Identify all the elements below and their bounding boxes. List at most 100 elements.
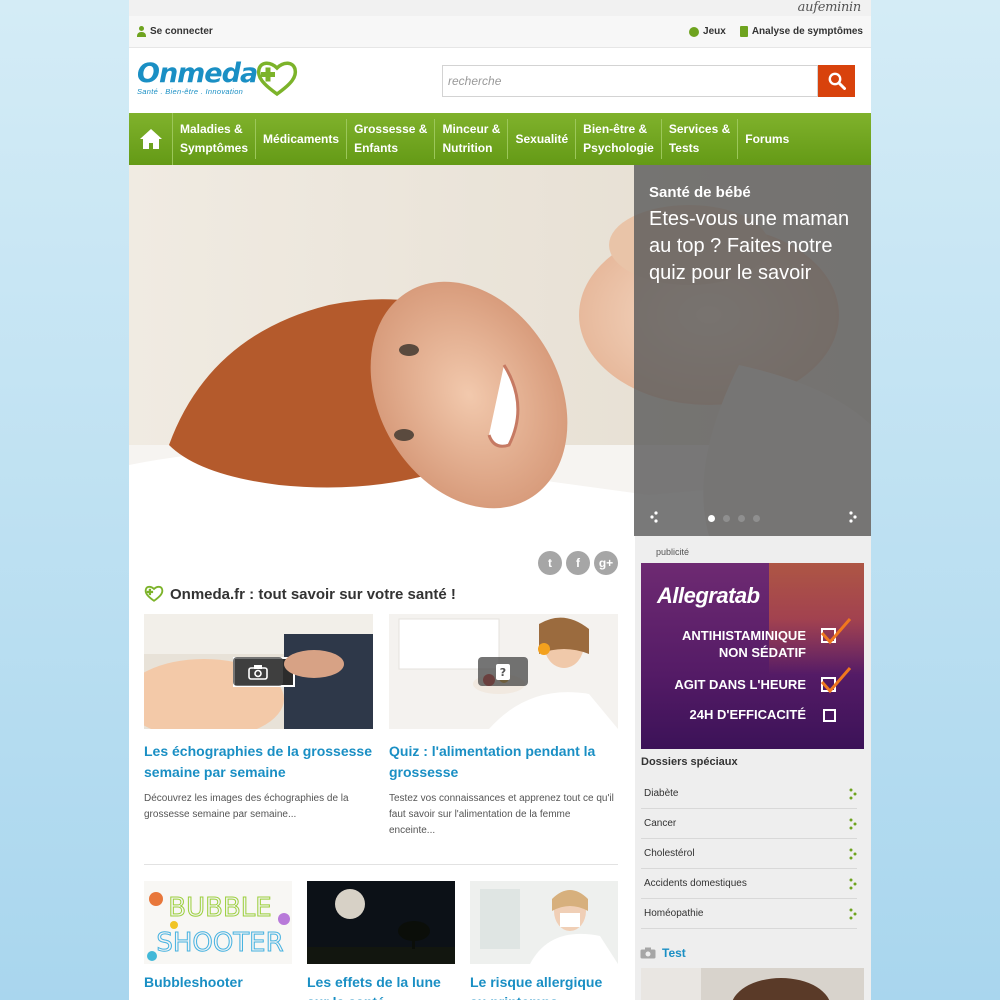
ad-line-text: ANTIHISTAMINIQUE — [682, 628, 806, 643]
nav-label-line1: Grossesse & — [354, 122, 428, 136]
article-title[interactable]: Les échographies de la grossesse semaine… — [144, 741, 373, 783]
header: Onmeda Santé . Bien-être . Innovation — [129, 48, 871, 113]
feature-card[interactable]: Les effets de la lune sur la santé — [307, 881, 455, 1000]
feature-title[interactable]: Le risque allergique au printemps — [470, 972, 618, 1000]
slide-dot[interactable] — [738, 515, 745, 522]
nav-item-grossesse[interactable]: Grossesse & Enfants — [347, 119, 436, 159]
site-logo[interactable]: Onmeda Santé . Bien-être . Innovation — [137, 58, 298, 97]
partner-strip: aufeminin — [129, 0, 871, 16]
symptom-check-icon — [739, 26, 748, 37]
page: aufeminin Se connecter Jeux Analyse de s… — [129, 0, 871, 1000]
test-link[interactable]: Test — [640, 946, 686, 960]
symptoms-label: Analyse de symptômes — [751, 26, 863, 37]
logo-tagline: Santé . Bien-être . Innovation — [137, 87, 244, 96]
nav-item-maladies[interactable]: Maladies & Symptômes — [173, 119, 257, 159]
feature-image — [307, 881, 455, 964]
section-title: Onmeda.fr : tout savoir sur votre santé … — [144, 585, 456, 603]
social-share: t f g+ — [538, 551, 618, 575]
nav-item-forums[interactable]: Forums — [738, 119, 796, 159]
dossiers-title: Dossiers spéciaux — [641, 756, 738, 768]
ad-line-text: NON SÉDATIF — [718, 645, 806, 660]
nav-label-line1: Services & — [668, 122, 731, 136]
dossier-label: Homéopathie — [644, 908, 704, 919]
dossier-item[interactable]: Cholestérol — [641, 839, 857, 869]
main-nav: Maladies & Symptômes Médicaments Grossess… — [129, 113, 871, 165]
hero-title: Etes-vous une maman au top ? Faites notr… — [649, 208, 850, 284]
camera-icon — [640, 947, 656, 959]
dossier-item[interactable]: Accidents domestiques — [641, 869, 857, 899]
twitter-icon[interactable]: t — [538, 551, 562, 575]
login-link[interactable]: Se connecter — [137, 26, 213, 37]
advertisement[interactable]: Allegratab ANTIHISTAMINIQUE NON SÉDATIF … — [641, 563, 864, 749]
bubble-text: BUBBLE — [168, 893, 271, 923]
dossier-label: Cancer — [644, 818, 677, 829]
sidebar: publicité Allegratab ANTIHISTAMINIQUE NO… — [635, 536, 871, 1000]
ad-line: ANTIHISTAMINIQUE NON SÉDATIF — [661, 627, 806, 661]
hero-caption[interactable]: Santé de bébé Etes-vous une maman au top… — [634, 165, 871, 536]
partner-logo[interactable]: aufeminin — [798, 0, 862, 16]
login-label: Se connecter — [150, 26, 213, 37]
checkbox-icon — [823, 709, 836, 722]
slide-dot[interactable] — [723, 515, 730, 522]
prev-arrow-icon[interactable] — [649, 511, 659, 523]
dossier-item[interactable]: Cancer — [641, 809, 857, 839]
games-link[interactable]: Jeux — [689, 26, 726, 37]
nav-item-sexualite[interactable]: Sexualité — [508, 119, 577, 159]
slide-dot[interactable] — [753, 515, 760, 522]
ad-brand: Allegratab — [657, 583, 760, 608]
search-input[interactable] — [442, 65, 818, 97]
logo-name: Onmeda — [137, 58, 258, 89]
quiz-icon: ? — [478, 657, 528, 686]
next-arrow-icon[interactable] — [848, 511, 858, 523]
games-icon — [689, 26, 700, 37]
dossier-label: Diabète — [644, 788, 679, 799]
nav-label-line1: Sexualité — [515, 131, 569, 146]
search-bar — [442, 65, 855, 97]
feature-card[interactable]: BUBBLE SHOOTER Bubbleshooter — [144, 881, 292, 992]
nav-label-line1: Bien-être & — [583, 122, 648, 136]
ad-line-text: 24H D'EFFICACITÉ — [689, 707, 807, 722]
nav-item-services[interactable]: Services & Tests — [662, 119, 739, 159]
checkmark-icon — [820, 618, 852, 645]
article-desc: Découvrez les images des échographies de… — [144, 793, 349, 820]
symptoms-link[interactable]: Analyse de symptômes — [739, 26, 863, 37]
feature-title[interactable]: Bubbleshooter — [144, 972, 292, 992]
games-label: Jeux — [703, 26, 726, 37]
checkmark-icon — [820, 667, 852, 694]
shooter-text: SHOOTER — [156, 928, 283, 958]
chevron-right-icon — [849, 788, 857, 800]
dossier-item[interactable]: Diabète — [641, 779, 857, 809]
feature-card[interactable]: Le risque allergique au printemps — [470, 881, 618, 1000]
test-image[interactable] — [641, 968, 864, 1000]
search-button[interactable] — [818, 65, 855, 97]
nav-label-line2: Tests — [668, 141, 700, 155]
article-title[interactable]: Quiz : l'alimentation pendant la grosses… — [389, 741, 618, 783]
chevron-right-icon — [849, 848, 857, 860]
onmeda-heart-icon — [144, 585, 164, 602]
chevron-right-icon — [849, 908, 857, 920]
nav-home[interactable] — [129, 113, 173, 165]
ad-label: publicité — [656, 547, 690, 557]
ad-line-text: AGIT DANS L'HEURE — [674, 677, 806, 692]
article-card[interactable]: ? Quiz : l'alimentation pendant la gross… — [389, 614, 618, 839]
chevron-right-icon — [849, 878, 857, 890]
hero-category: Santé de bébé — [649, 184, 751, 201]
svg-text:?: ? — [500, 666, 506, 679]
feature-title[interactable]: Les effets de la lune sur la santé — [307, 972, 455, 1000]
test-title: Test — [662, 946, 686, 960]
camera-icon — [233, 657, 283, 686]
dossier-item[interactable]: Homéopathie — [641, 899, 857, 929]
feature-image: BUBBLE SHOOTER — [144, 881, 292, 964]
slide-dot[interactable] — [708, 515, 715, 522]
article-card[interactable]: Les échographies de la grossesse semaine… — [144, 614, 373, 823]
facebook-icon[interactable]: f — [566, 551, 590, 575]
dossier-label: Cholestérol — [644, 848, 695, 859]
nav-label-line2: Enfants — [354, 141, 399, 155]
nav-label-line1: Minceur & — [442, 122, 501, 136]
nav-item-minceur[interactable]: Minceur & Nutrition — [435, 119, 509, 159]
slide-indicator — [708, 515, 760, 522]
home-icon — [139, 129, 162, 149]
nav-item-bien-etre[interactable]: Bien-être & Psychologie — [576, 119, 662, 159]
google-plus-icon[interactable]: g+ — [594, 551, 618, 575]
nav-item-medicaments[interactable]: Médicaments — [256, 119, 348, 159]
